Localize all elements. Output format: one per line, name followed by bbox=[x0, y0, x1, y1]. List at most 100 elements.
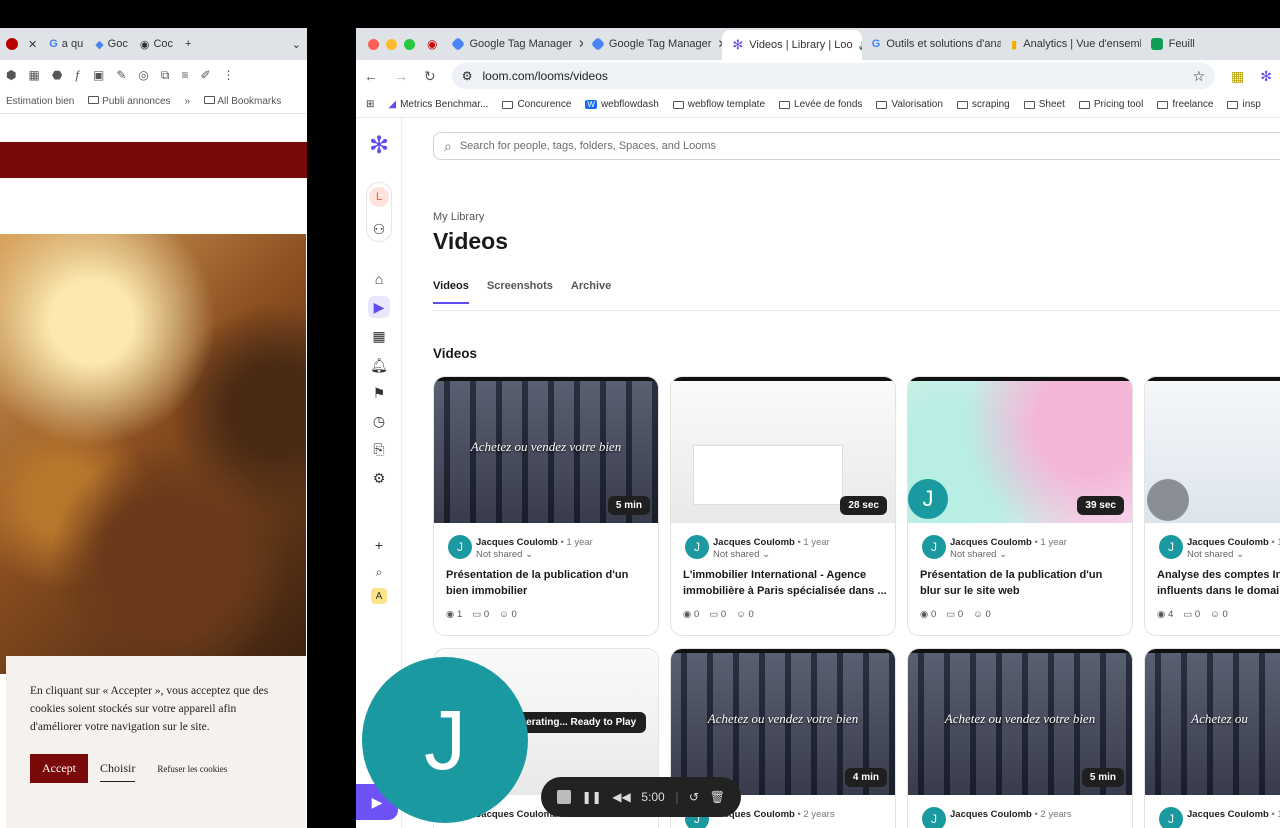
bookmark-metrics[interactable]: ◢ Metrics Benchmar... bbox=[388, 99, 488, 110]
puzzle-icon[interactable]: ⧉ bbox=[161, 68, 170, 83]
bookmark-insp[interactable]: insp bbox=[1227, 99, 1261, 110]
clock-icon[interactable]: ◷ bbox=[368, 410, 390, 432]
tab-videos[interactable]: Videos bbox=[433, 280, 469, 304]
extension-icon[interactable]: ✎ bbox=[116, 68, 126, 82]
bookmark-webflow-template[interactable]: webflow template bbox=[672, 99, 765, 110]
tab-0[interactable]: Google Tag Manager✕ bbox=[443, 31, 583, 57]
cookie-refuse-button[interactable]: Refuser les cookies bbox=[157, 760, 227, 778]
workspace-switcher[interactable]: L ⚇ bbox=[366, 182, 392, 242]
add-icon[interactable]: + bbox=[368, 534, 390, 556]
bookmark-levee[interactable]: Levée de fonds bbox=[779, 99, 862, 110]
bookmark-pricing[interactable]: Pricing tool bbox=[1078, 99, 1143, 110]
video-card[interactable]: Achetez ou J Jacques Coulomb • 1 bbox=[1144, 648, 1280, 828]
camera-bubble-avatar[interactable]: J bbox=[362, 657, 528, 823]
extension-icon[interactable]: ⬣ bbox=[52, 68, 62, 82]
bookmark-sheet[interactable]: Sheet bbox=[1023, 99, 1065, 110]
forward-icon[interactable]: → bbox=[394, 68, 408, 84]
new-tab-button[interactable]: + bbox=[179, 32, 197, 56]
loom-extension-icon[interactable]: ✻ bbox=[1260, 68, 1272, 85]
tab-1[interactable]: Google Tag Manager✕ bbox=[583, 31, 722, 57]
tab-3[interactable]: GOutils et solutions d'ana✕ bbox=[862, 31, 1001, 57]
extension-icon[interactable]: ƒ bbox=[74, 68, 81, 82]
gift-icon[interactable]: ⎘ bbox=[368, 438, 390, 460]
close-icon[interactable]: ✕ bbox=[28, 38, 37, 51]
video-thumbnail[interactable]: 28 sec bbox=[671, 377, 895, 523]
user-avatar[interactable]: L bbox=[369, 186, 389, 207]
calendar-icon[interactable]: ▦ bbox=[368, 325, 390, 347]
pause-icon[interactable]: ❚❚ bbox=[582, 790, 602, 804]
breadcrumb[interactable]: My Library bbox=[433, 211, 484, 223]
bookmark-item[interactable]: Publi annonces bbox=[88, 96, 171, 107]
bell-icon[interactable]: 🔔︎ bbox=[368, 354, 390, 376]
extension-icon[interactable]: ⬢ bbox=[6, 68, 16, 82]
video-card[interactable]: J Jacques Coulomb • 1 Not shared ⌄ Analy… bbox=[1144, 376, 1280, 636]
extension-icon[interactable]: ◎ bbox=[138, 68, 148, 82]
extension-icon[interactable]: ▣ bbox=[93, 68, 104, 82]
tab-screenshots[interactable]: Screenshots bbox=[487, 280, 553, 304]
minimize-window-button[interactable] bbox=[386, 38, 397, 50]
bookmark-webflowdash[interactable]: Wwebflowdash bbox=[585, 99, 659, 110]
close-window-button[interactable] bbox=[368, 38, 379, 50]
video-thumbnail[interactable]: Achetez ou bbox=[1145, 649, 1280, 795]
share-status[interactable]: Not shared ⌄ bbox=[950, 549, 1007, 560]
share-status[interactable]: Not shared ⌄ bbox=[713, 549, 770, 560]
video-card[interactable]: 28 sec J Jacques Coulomb • 1 year Not sh… bbox=[670, 376, 896, 636]
loom-logo-icon[interactable]: ✻ bbox=[368, 132, 390, 159]
more-vert-icon[interactable]: ⋮ bbox=[223, 68, 235, 82]
video-thumbnail[interactable]: Achetez ou vendez votre bien 5 min bbox=[908, 649, 1132, 795]
trash-icon[interactable]: 🗑︎ bbox=[710, 790, 725, 804]
bookmark-star-icon[interactable]: ☆ bbox=[1192, 68, 1205, 85]
people-icon[interactable]: ⚇ bbox=[373, 221, 386, 238]
stop-icon[interactable] bbox=[557, 790, 571, 804]
extension-icon[interactable]: ▦ bbox=[28, 68, 39, 82]
cookie-choose-button[interactable]: Choisir bbox=[99, 755, 136, 782]
home-icon[interactable]: ⌂ bbox=[368, 268, 390, 290]
bookmarks-overflow-button[interactable]: » bbox=[185, 96, 191, 107]
bookmark-freelance[interactable]: freelance bbox=[1157, 99, 1213, 110]
left-tab-3[interactable]: ◉ Coc bbox=[134, 32, 179, 56]
video-title[interactable]: L'immobilier International - Agence immo… bbox=[683, 567, 887, 599]
video-card[interactable]: Achetez ou vendez votre bien 5 min J Jac… bbox=[433, 376, 659, 636]
video-thumbnail[interactable]: Achetez ou vendez votre bien 5 min bbox=[434, 377, 658, 523]
extension-icon[interactable]: ≡ bbox=[181, 68, 188, 82]
bookmark-item[interactable]: Estimation bien bbox=[6, 96, 74, 107]
apps-icon[interactable]: A bbox=[371, 588, 387, 604]
left-tab-0[interactable]: ✕ bbox=[0, 32, 43, 56]
search-icon[interactable]: ⌕ bbox=[368, 561, 390, 583]
video-card[interactable]: J 39 sec J Jacques Coulomb • 1 year Not … bbox=[907, 376, 1133, 636]
bookmark-item[interactable]: All Bookmarks bbox=[204, 96, 281, 107]
reload-icon[interactable]: ↻ bbox=[424, 68, 436, 85]
video-thumbnail[interactable] bbox=[1145, 377, 1280, 523]
video-thumbnail[interactable]: J 39 sec bbox=[908, 377, 1132, 523]
tab-2-active[interactable]: ✻Videos | Library | Loo🔊✕ bbox=[722, 30, 862, 60]
address-bar[interactable]: ⚙ loom.com/looms/videos ☆ bbox=[451, 63, 1216, 89]
share-status[interactable]: Not shared ⌄ bbox=[476, 549, 533, 560]
left-tab-1[interactable]: Ga qu bbox=[43, 32, 89, 56]
tab-archive[interactable]: Archive bbox=[571, 280, 611, 304]
video-card[interactable]: Achetez ou vendez votre bien 5 min J Jac… bbox=[907, 648, 1133, 828]
extension-icon[interactable]: ▦ bbox=[1231, 68, 1244, 85]
video-title[interactable]: Analyse des comptes In influents dans le… bbox=[1157, 567, 1280, 599]
video-title[interactable]: Présentation de la publication d'un blur… bbox=[920, 567, 1124, 599]
cookie-accept-button[interactable]: Accept bbox=[30, 754, 88, 783]
extension-icon[interactable]: ✐ bbox=[200, 68, 210, 82]
restart-icon[interactable]: ↺ bbox=[689, 790, 699, 804]
bookmark-icon[interactable]: ⚑ bbox=[368, 382, 390, 404]
video-title[interactable]: Présentation de la publication d'un bien… bbox=[446, 567, 650, 599]
share-status[interactable]: Not shared ⌄ bbox=[1187, 549, 1244, 560]
video-thumbnail[interactable]: Achetez ou vendez votre bien 4 min bbox=[671, 649, 895, 795]
bookmark-scraping[interactable]: scraping bbox=[956, 99, 1010, 110]
back-icon[interactable]: ← bbox=[364, 68, 378, 84]
site-settings-icon[interactable]: ⚙ bbox=[462, 69, 473, 83]
gear-icon[interactable]: ⚙ bbox=[368, 467, 390, 489]
library-icon[interactable]: ▶ bbox=[368, 296, 390, 318]
bookmark-concurence[interactable]: Concurence bbox=[502, 99, 571, 110]
search-input[interactable]: ⌕ Search for people, tags, folders, Spac… bbox=[433, 132, 1280, 160]
tab-search-chevron-icon[interactable]: ⌄ bbox=[286, 32, 307, 56]
zoom-window-button[interactable] bbox=[404, 38, 415, 50]
left-tab-2[interactable]: ◆ Goc bbox=[89, 32, 134, 56]
apps-grid-icon[interactable]: ⊞ bbox=[366, 99, 374, 110]
rewind-icon[interactable]: ◀◀ bbox=[612, 790, 630, 804]
tab-4[interactable]: ▮Analytics | Vue d'ensemb✕ bbox=[1001, 31, 1140, 57]
bookmark-valorisation[interactable]: Valorisation bbox=[876, 99, 943, 110]
